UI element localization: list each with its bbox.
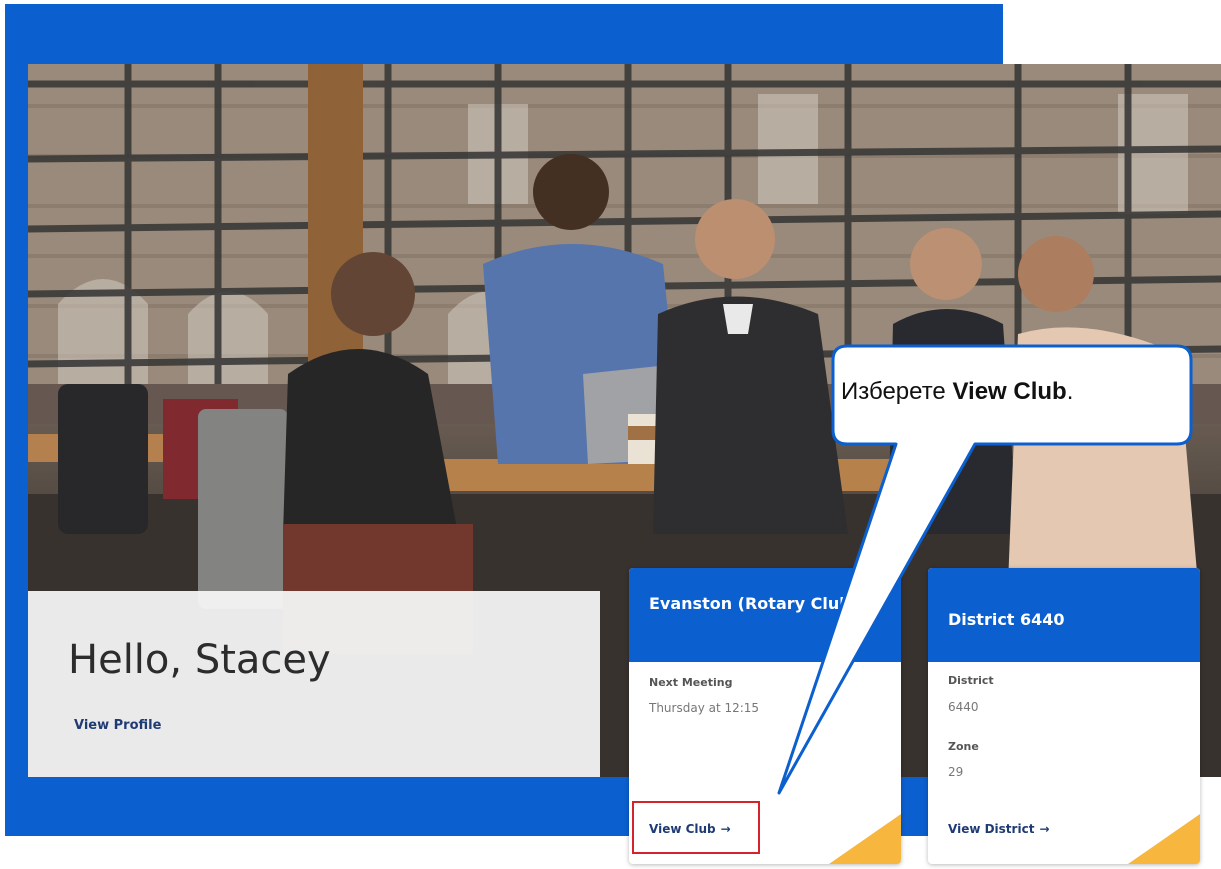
zone-value: 29 bbox=[948, 765, 964, 779]
zone-label: Zone bbox=[948, 740, 979, 753]
view-district-link[interactable]: View District → bbox=[948, 822, 1050, 836]
view-profile-link[interactable]: View Profile bbox=[74, 718, 161, 733]
card-corner-accent bbox=[1128, 814, 1200, 864]
arrow-right-icon: → bbox=[1039, 822, 1050, 836]
greeting-title: Hello, Stacey bbox=[68, 637, 331, 683]
callout-text: Изберете View Club. bbox=[841, 378, 1181, 406]
district-card: District 6440 District 6440 Zone 29 View… bbox=[928, 568, 1200, 864]
view-district-label: View District bbox=[948, 822, 1035, 836]
district-value: 6440 bbox=[948, 700, 979, 714]
district-label: District bbox=[948, 674, 994, 687]
card-corner-accent bbox=[829, 814, 901, 864]
district-card-header: District 6440 bbox=[928, 568, 1200, 662]
district-card-title: District 6440 bbox=[948, 610, 1065, 629]
greeting-panel: Hello, Stacey View Profile bbox=[28, 591, 600, 777]
next-meeting-label: Next Meeting bbox=[649, 676, 733, 689]
callout-emphasis: View Club bbox=[952, 378, 1067, 405]
callout-suffix: . bbox=[1066, 378, 1074, 405]
club-card-title: Evanston (Rotary Club) bbox=[649, 594, 859, 613]
view-club-highlight bbox=[632, 801, 760, 854]
rotary-dashboard: Hello, Stacey View Profile Evanston (Rot… bbox=[0, 0, 1221, 869]
callout-prefix: Изберете bbox=[841, 378, 953, 405]
club-card-header: Evanston (Rotary Club) bbox=[629, 568, 901, 662]
next-meeting-value: Thursday at 12:15 bbox=[649, 701, 760, 715]
